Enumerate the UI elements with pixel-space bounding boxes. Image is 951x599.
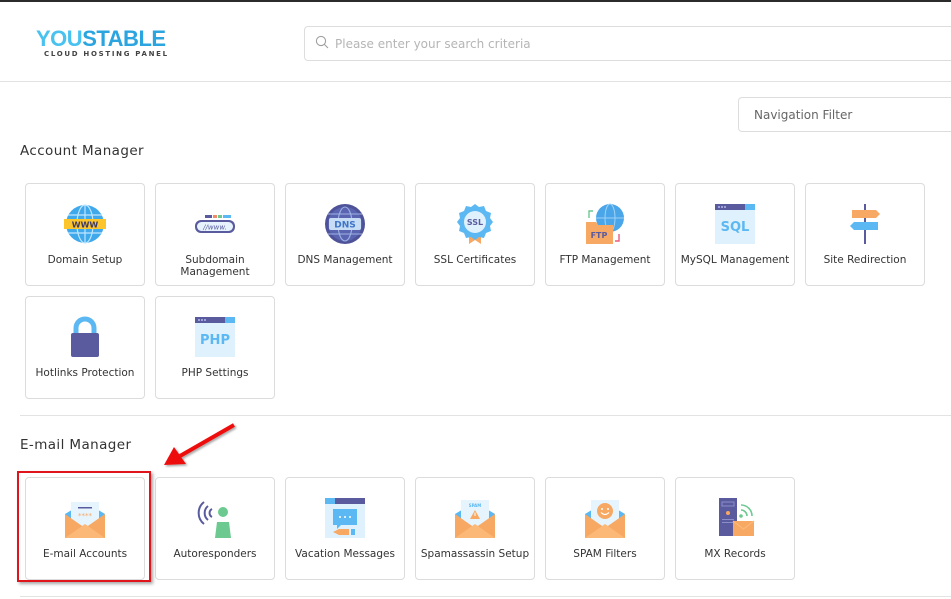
svg-text:PHP: PHP — [200, 333, 230, 348]
svg-text:SPAM: SPAM — [469, 503, 482, 508]
svg-text:DNS: DNS — [334, 221, 356, 231]
search-input[interactable] — [335, 36, 895, 51]
svg-text:SSL: SSL — [467, 218, 483, 227]
svg-text://www.: //www. — [202, 224, 227, 232]
svg-text:****: **** — [78, 512, 93, 520]
card-hotlinks-protection[interactable]: Hotlinks Protection — [25, 296, 145, 399]
php-window-icon: PHP — [193, 315, 237, 359]
card-label: E-mail Accounts — [42, 548, 128, 560]
svg-text:FTP: FTP — [591, 231, 608, 240]
section-divider — [20, 415, 951, 416]
smiley-envelope-icon — [583, 496, 627, 540]
card-label: Hotlinks Protection — [35, 367, 135, 379]
mx-server-icon — [713, 496, 757, 540]
header: YOUSTABLE CLOUD HOSTING PANEL — [0, 2, 951, 82]
vacation-message-icon — [323, 496, 367, 540]
card-ftp-management[interactable]: FTP FTP Management — [545, 183, 665, 286]
spam-envelope-icon: SPAM — [453, 496, 497, 540]
search-box[interactable] — [304, 26, 951, 61]
card-label: Subdomain Management — [180, 254, 250, 278]
card-site-redirection[interactable]: Site Redirection — [805, 183, 925, 286]
card-php-settings[interactable]: PHP PHP Settings — [155, 296, 275, 399]
card-label: Spamassassin Setup — [420, 548, 530, 560]
subdomain-icon: //www. — [193, 202, 237, 246]
card-label: Autoresponders — [173, 548, 257, 560]
card-label: SPAM Filters — [573, 548, 637, 560]
logo-brand-stable: STABLE — [82, 26, 166, 51]
card-mysql-management[interactable]: SQL MySQL Management — [675, 183, 795, 286]
ssl-badge-icon: SSL — [453, 202, 497, 246]
card-label: DNS Management — [297, 254, 393, 266]
card-vacation-messages[interactable]: Vacation Messages — [285, 477, 405, 580]
sql-window-icon: SQL — [713, 202, 757, 246]
card-label: PHP Settings — [181, 367, 249, 379]
card-label: SSL Certificates — [433, 254, 517, 266]
card-autoresponders[interactable]: Autoresponders — [155, 477, 275, 580]
section-title-account-manager: Account Manager — [20, 143, 144, 159]
section-divider — [20, 596, 951, 597]
padlock-icon — [63, 315, 107, 359]
navigation-filter[interactable] — [738, 97, 951, 132]
card-label: MySQL Management — [680, 254, 790, 266]
email-envelope-icon: **** — [63, 496, 107, 540]
card-label: MX Records — [704, 548, 766, 560]
section-title-email-manager: E-mail Manager — [20, 437, 132, 453]
card-dns-management[interactable]: DNS DNS Management — [285, 183, 405, 286]
navigation-filter-input[interactable] — [754, 107, 951, 122]
svg-text:SQL: SQL — [721, 220, 750, 235]
dns-globe-icon: DNS — [323, 202, 367, 246]
card-label: Domain Setup — [47, 254, 123, 266]
card-spam-filters[interactable]: SPAM Filters — [545, 477, 665, 580]
autoresponder-person-icon — [193, 496, 237, 540]
card-ssl-certificates[interactable]: SSL SSL Certificates — [415, 183, 535, 286]
card-mx-records[interactable]: MX Records — [675, 477, 795, 580]
card-label: FTP Management — [559, 254, 651, 266]
ftp-folder-icon: FTP — [583, 202, 627, 246]
signpost-icon — [843, 202, 887, 246]
card-label: Site Redirection — [823, 254, 907, 266]
svg-text:WWW: WWW — [72, 221, 99, 230]
www-globe-icon: WWW — [63, 202, 107, 246]
card-domain-setup[interactable]: WWW Domain Setup — [25, 183, 145, 286]
annotation-arrow-icon — [164, 423, 235, 465]
card-spamassassin-setup[interactable]: SPAM Spamassassin Setup — [415, 477, 535, 580]
logo-brand-you: YOU — [36, 26, 83, 51]
logo[interactable]: YOUSTABLE CLOUD HOSTING PANEL — [36, 26, 196, 59]
search-icon — [315, 34, 329, 53]
card-label: Vacation Messages — [295, 548, 395, 560]
card-email-accounts[interactable]: **** E-mail Accounts — [25, 477, 145, 580]
logo-tagline: CLOUD HOSTING PANEL — [44, 50, 169, 58]
card-subdomain-management[interactable]: //www. Subdomain Management — [155, 183, 275, 286]
